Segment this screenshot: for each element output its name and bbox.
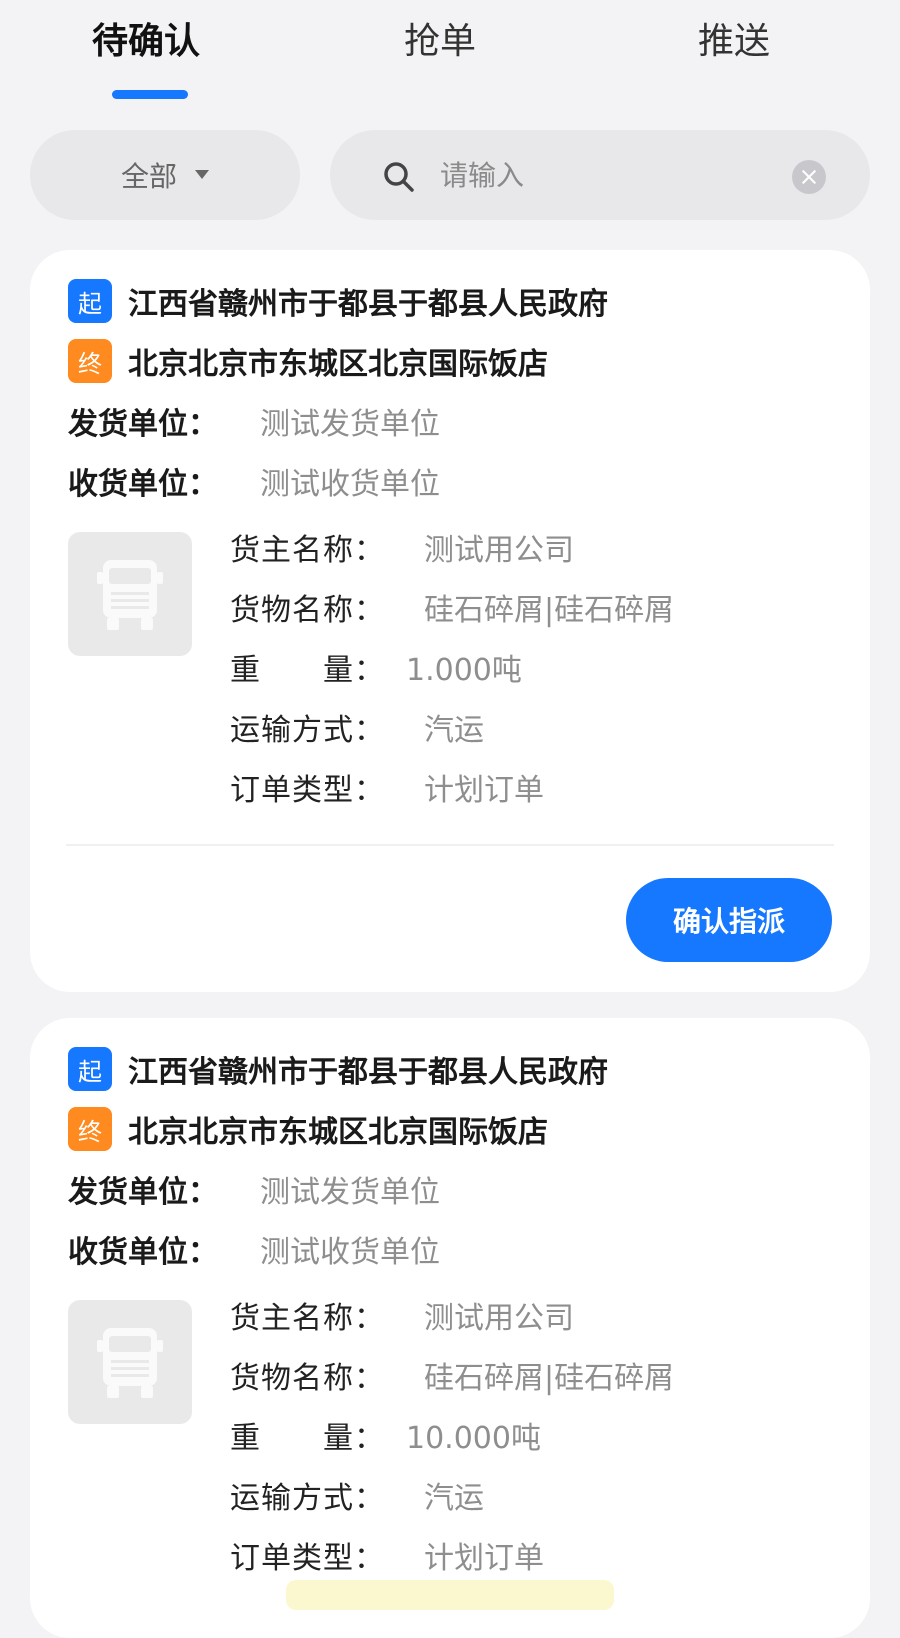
receiver-value: 测试收货单位 [260,1235,440,1270]
goods-row: 货物名称： 硅石碎屑|硅石碎屑 [230,1350,674,1400]
truck-icon [97,1328,163,1398]
goods-row: 货物名称： 硅石碎屑|硅石碎屑 [230,582,674,632]
confirm-assign-button[interactable]: 确认指派 [626,878,832,962]
tab-pending-confirm[interactable]: 待确认 [92,12,200,64]
start-badge: 起 [68,1047,112,1091]
shipper-label: 发货单位： [68,407,218,442]
end-badge: 终 [68,1107,112,1151]
weight-row: 重 量： 1.000吨 [230,642,522,692]
tab-push[interactable]: 推送 [698,12,770,64]
order-type-label: 订单类型： [230,773,385,808]
start-location-row: 起 江西省赣州市于都县于都县人民政府 [68,276,608,326]
end-location: 北京北京市东城区北京国际饭店 [128,1115,548,1150]
weight-label: 重 量： [230,1421,385,1456]
shipper-value: 测试发货单位 [260,407,440,442]
transport-label: 运输方式： [230,1481,385,1516]
receiver-row: 收货单位： 测试收货单位 [68,456,440,506]
goods-label: 货物名称： [230,593,385,628]
toast-overlay [286,1580,614,1610]
start-location: 江西省赣州市于都县于都县人民政府 [128,287,608,322]
receiver-value: 测试收货单位 [260,467,440,502]
truck-thumbnail [68,532,192,656]
order-type-label: 订单类型： [230,1541,385,1576]
receiver-row: 收货单位： 测试收货单位 [68,1224,440,1274]
filter-selected-label: 全部 [120,160,177,193]
order-type-row: 订单类型： 计划订单 [230,1530,544,1580]
order-card: 起 江西省赣州市于都县于都县人民政府 终 北京北京市东城区北京国际饭店 发货单位… [30,1018,870,1638]
shipper-row: 发货单位： 测试发货单位 [68,1164,440,1214]
goods-value: 硅石碎屑|硅石碎屑 [424,593,675,628]
caret-down-icon [195,169,209,179]
end-badge: 终 [68,339,112,383]
owner-value: 测试用公司 [424,1301,574,1336]
owner-label: 货主名称： [230,1301,385,1336]
weight-row: 重 量： 10.000吨 [230,1410,541,1460]
active-tab-indicator [112,90,188,99]
status-filter-dropdown[interactable]: 全部 [30,130,300,220]
transport-row: 运输方式： 汽运 [230,702,484,752]
start-location: 江西省赣州市于都县于都县人民政府 [128,1055,608,1090]
weight-label: 重 量： [230,653,385,688]
end-location-row: 终 北京北京市东城区北京国际饭店 [68,336,548,386]
transport-label: 运输方式： [230,713,385,748]
transport-row: 运输方式： 汽运 [230,1470,484,1520]
goods-label: 货物名称： [230,1361,385,1396]
weight-value: 10.000吨 [406,1421,541,1456]
search-input[interactable] [440,150,780,200]
owner-value: 测试用公司 [424,533,574,568]
receiver-label: 收货单位： [68,1235,218,1270]
transport-value: 汽运 [424,713,484,748]
shipper-row: 发货单位： 测试发货单位 [68,396,440,446]
search-icon [384,162,414,192]
order-type-row: 订单类型： 计划订单 [230,762,544,812]
owner-label: 货主名称： [230,533,385,568]
shipper-value: 测试发货单位 [260,1175,440,1210]
order-type-value: 计划订单 [424,1541,544,1576]
tab-grab-order[interactable]: 抢单 [404,12,476,64]
card-divider [66,844,834,846]
truck-thumbnail [68,1300,192,1424]
order-card: 起 江西省赣州市于都县于都县人民政府 终 北京北京市东城区北京国际饭店 发货单位… [30,250,870,992]
search-box [330,130,870,220]
end-location-row: 终 北京北京市东城区北京国际饭店 [68,1104,548,1154]
owner-row: 货主名称： 测试用公司 [230,522,574,572]
tab-bar: 待确认 抢单 推送 [0,0,900,110]
receiver-label: 收货单位： [68,467,218,502]
truck-icon [97,560,163,630]
owner-row: 货主名称： 测试用公司 [230,1290,574,1340]
transport-value: 汽运 [424,1481,484,1516]
order-type-value: 计划订单 [424,773,544,808]
clear-icon[interactable] [792,160,826,194]
shipper-label: 发货单位： [68,1175,218,1210]
weight-value: 1.000吨 [406,653,522,688]
end-location: 北京北京市东城区北京国际饭店 [128,347,548,382]
start-badge: 起 [68,279,112,323]
goods-value: 硅石碎屑|硅石碎屑 [424,1361,675,1396]
start-location-row: 起 江西省赣州市于都县于都县人民政府 [68,1044,608,1094]
